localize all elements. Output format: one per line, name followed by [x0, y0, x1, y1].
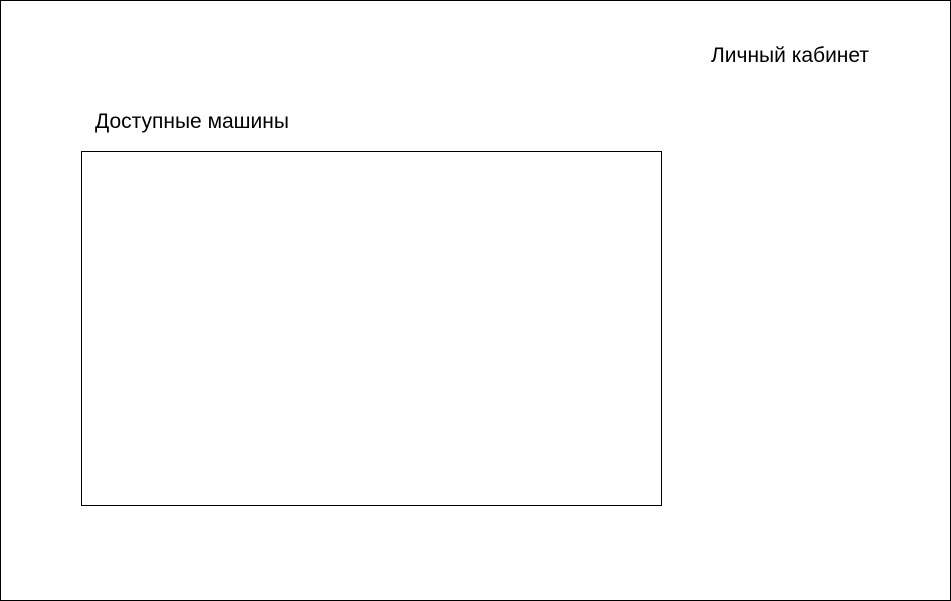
account-link[interactable]: Личный кабинет	[711, 43, 869, 69]
machines-list-panel	[81, 151, 662, 506]
section-title: Доступные машины	[95, 110, 289, 133]
page-frame: Личный кабинет Доступные машины	[0, 0, 951, 601]
